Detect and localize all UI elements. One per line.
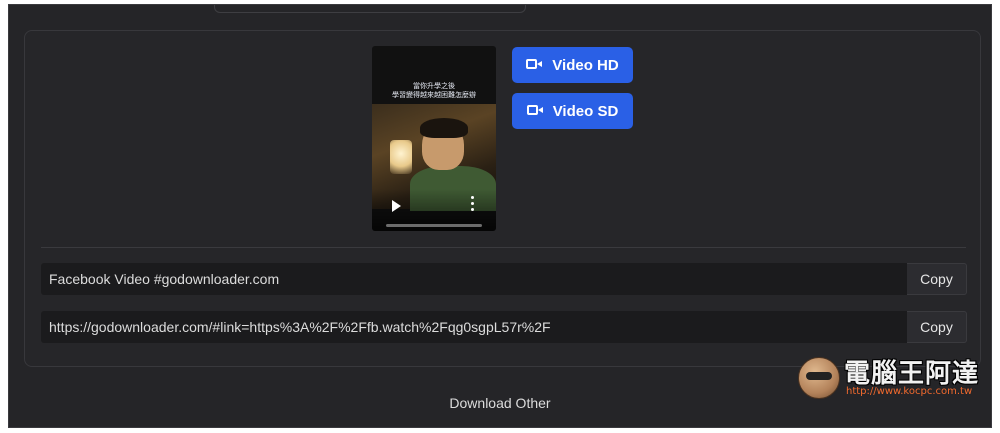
app-frame: 當你升學之後 學習變得越來越困難怎麼辦 Video HD Video SD Fa… [8, 4, 992, 428]
result-card: 當你升學之後 學習變得越來越困難怎麼辦 Video HD Video SD Fa… [24, 30, 981, 367]
video-link-field[interactable]: https://godownloader.com/#link=https%3A%… [41, 311, 907, 343]
copy-link-button[interactable]: Copy [907, 311, 967, 343]
video-controls [372, 189, 496, 231]
watermark: 電腦王阿達 http://www.kocpc.com.tw [794, 353, 989, 403]
video-progress-bar[interactable] [386, 224, 482, 227]
video-caption-line-1: 當你升學之後 [413, 82, 455, 90]
watermark-mascot-icon [798, 357, 840, 399]
video-caption: 當你升學之後 學習變得越來越困難怎麼辦 [372, 82, 496, 100]
video-thumbnail[interactable]: 當你升學之後 學習變得越來越困難怎麼辦 [372, 46, 496, 231]
watermark-url: http://www.kocpc.com.tw [846, 386, 973, 397]
title-row: Facebook Video #godownloader.com Copy [41, 263, 967, 295]
watermark-title: 電腦王阿達 [844, 359, 980, 389]
section-divider [41, 247, 966, 248]
top-panel-edge [214, 5, 526, 13]
video-title-field[interactable]: Facebook Video #godownloader.com [41, 263, 907, 295]
copy-title-button[interactable]: Copy [907, 263, 967, 295]
person-hair [420, 118, 468, 138]
video-hd-button[interactable]: Video HD [512, 47, 633, 83]
video-hd-label: Video HD [552, 56, 619, 74]
link-row: https://godownloader.com/#link=https%3A%… [41, 311, 967, 343]
more-options-icon[interactable] [471, 196, 475, 214]
video-camera-icon [526, 59, 544, 71]
play-icon[interactable] [392, 200, 401, 212]
video-sd-button[interactable]: Video SD [512, 93, 633, 129]
video-camera-icon [526, 105, 545, 117]
video-caption-line-2: 學習變得越來越困難怎麼辦 [392, 91, 476, 99]
video-sd-label: Video SD [552, 102, 619, 120]
lamp-glow [390, 140, 412, 174]
